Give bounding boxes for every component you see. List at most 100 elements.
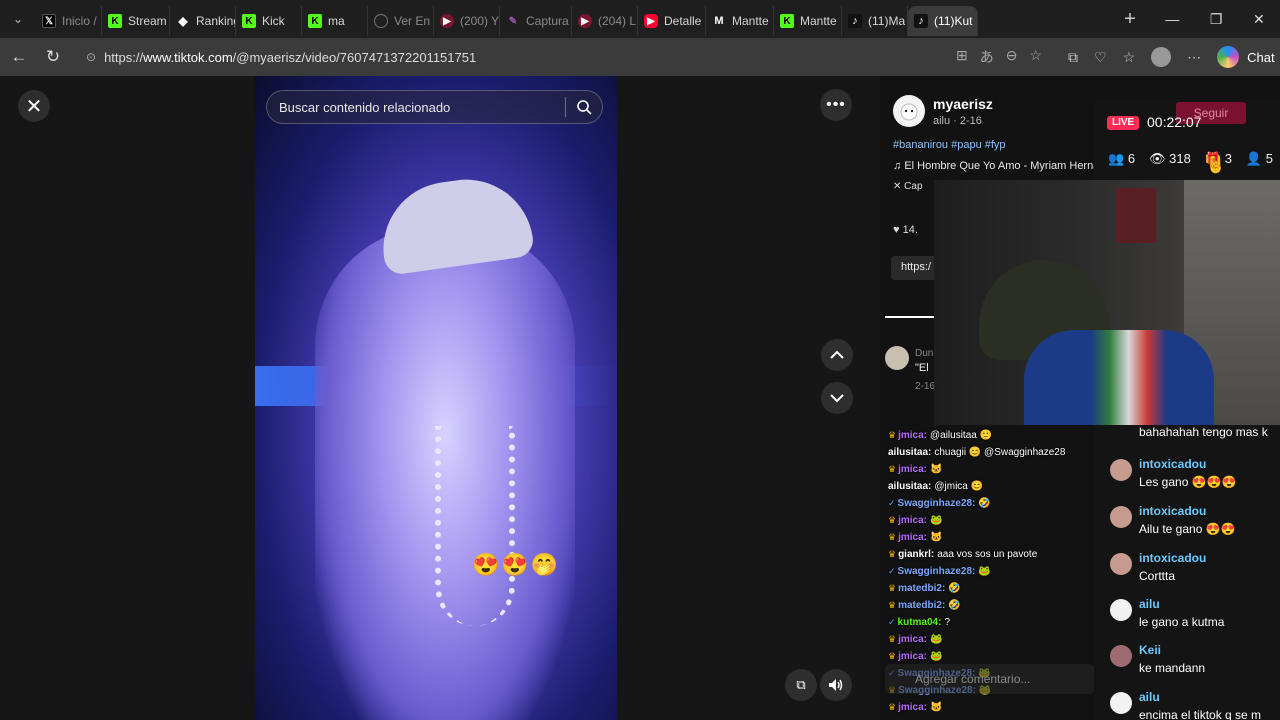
browser-tab[interactable]: ♪ (11)Ma (842, 6, 908, 36)
related-search-input[interactable] (267, 99, 565, 115)
close-window-icon[interactable]: ✕ (1253, 11, 1265, 28)
participants-stat[interactable]: 👥 6 (1108, 151, 1135, 167)
next-video-chevron-down-icon[interactable] (821, 382, 853, 414)
favorite-star-icon[interactable]: ☆ (1029, 47, 1042, 67)
overlay-chat-username[interactable]: jmica: (898, 702, 927, 713)
extra-stat[interactable]: 👤 5 (1246, 151, 1273, 167)
tab-label: Kick (262, 14, 285, 28)
browser-tab[interactable]: M Mantte (706, 6, 774, 36)
live-chat-avatar[interactable] (1110, 599, 1132, 621)
live-chat-username[interactable]: ailu (1139, 597, 1160, 611)
browser-tab[interactable]: ▶ (200) Y (434, 6, 500, 36)
live-chat-avatar[interactable] (1110, 645, 1132, 667)
overlay-chat-message: ♛ jmica: 🐸 (888, 634, 942, 645)
overlay-chat-username[interactable]: jmica: (898, 430, 927, 441)
tiktok-icon: ♪ (914, 14, 928, 28)
capture-icon: ✎ (508, 15, 518, 27)
video-hashtags[interactable]: #bananirou #papu #fyp (893, 139, 1006, 151)
tab-actions-menu-icon[interactable]: ⌄ (0, 0, 36, 38)
browser-tab[interactable]: ▶ Detalle (638, 6, 706, 36)
tiktok-icon: ♪ (848, 14, 862, 28)
settings-more-icon[interactable]: ⋯ (1187, 49, 1201, 66)
restore-icon[interactable]: ❐ (1210, 11, 1223, 28)
address-bar[interactable]: ⊙ https://www.tiktok.com/@myaerisz/video… (76, 42, 926, 72)
translate-icon[interactable]: あ (980, 47, 994, 67)
browser-tab[interactable]: ♪(11)Kut✕ (908, 6, 978, 36)
live-chat-username[interactable]: Keii (1139, 643, 1161, 657)
picture-in-picture-icon[interactable]: ⧉ (785, 669, 817, 701)
tab-label: Mantte (800, 14, 837, 28)
more-options-icon[interactable]: ••• (820, 89, 852, 121)
reload-icon[interactable]: ↻ (36, 40, 70, 74)
chat-button-label[interactable]: Chat (1247, 50, 1274, 65)
browser-essentials-icon[interactable]: ♡ (1094, 49, 1107, 66)
tab-label: Detalle (664, 14, 702, 28)
browser-tab[interactable]: K Stream (102, 6, 170, 36)
browser-tab[interactable]: ✎ Captura (500, 6, 572, 36)
viewers-stat[interactable]: 👁 318 (1149, 151, 1191, 167)
overlay-chat-username[interactable]: matedbi2: (898, 600, 945, 611)
comment-avatar[interactable] (885, 346, 909, 370)
overlay-chat-message: ♛ matedbi2: 🤣 (888, 583, 961, 594)
minimize-icon[interactable]: — (1165, 11, 1179, 28)
live-chat-avatar[interactable] (1110, 459, 1132, 481)
author-name[interactable]: myaerisz (933, 96, 993, 112)
live-chat-username[interactable]: intoxicadou (1139, 457, 1206, 471)
comment-input[interactable]: Agregar comentario... (885, 664, 1095, 694)
zoom-icon[interactable]: ⊖ (1006, 47, 1018, 67)
browser-tab[interactable]: Ver En (368, 6, 434, 36)
kick-logo-icon: K (108, 14, 122, 28)
overlay-chat-username[interactable]: ailusitaa: (888, 447, 931, 458)
overlay-chat-username[interactable]: jmica: (898, 515, 927, 526)
streamer-webcam (934, 180, 1280, 425)
profile-avatar[interactable] (1151, 47, 1172, 67)
new-tab-button[interactable]: + (1110, 8, 1150, 31)
app-available-icon[interactable]: ⊞ (956, 47, 968, 67)
live-chat-username[interactable]: ailu (1139, 690, 1160, 704)
music-credit[interactable]: ♫ El Hombre Que Yo Amo - Myriam Hernánde… (893, 160, 1123, 172)
site-info-icon[interactable]: ⊙ (86, 50, 96, 64)
browser-tab[interactable]: Kma (302, 6, 368, 36)
comment-username[interactable]: Dun (915, 348, 933, 359)
back-icon[interactable]: ← (2, 40, 36, 74)
overlay-chat-username[interactable]: giankrl: (898, 549, 934, 560)
overlay-chat-username[interactable]: jmica: (898, 651, 927, 662)
copilot-icon[interactable] (1217, 46, 1240, 68)
overlay-chat-username[interactable]: jmica: (898, 634, 927, 645)
verified-badge-icon: ✓ (888, 617, 896, 627)
video-frame[interactable] (255, 76, 617, 720)
previous-video-chevron-up-icon[interactable] (821, 339, 853, 371)
overlay-chat-username[interactable]: jmica: (898, 464, 927, 475)
overlay-chat-username[interactable]: ailusitaa: (888, 481, 931, 492)
browser-tab[interactable]: K Mantte (774, 6, 842, 36)
overlay-chat-username[interactable]: matedbi2: (898, 583, 945, 594)
live-chat-avatar[interactable] (1110, 553, 1132, 575)
overlay-chat-message: ✓ Swagginhaze28: 🤣 (888, 498, 991, 509)
volume-icon[interactable] (820, 669, 852, 701)
overlay-chat-username[interactable]: kutma04: (898, 617, 942, 628)
live-chat-avatar[interactable] (1110, 506, 1132, 528)
browser-extension-icons: ⧉ ♡ ☆ ⋯ Chat (1068, 46, 1275, 68)
overlay-chat-username[interactable]: Swagginhaze28: (898, 566, 976, 577)
author-avatar[interactable] (893, 95, 925, 127)
crown-badge-icon: ♛ (888, 430, 897, 440)
capcut-link[interactable]: ✕ Cap (893, 181, 923, 192)
overlay-chat-text: ? (944, 617, 951, 628)
browser-tab[interactable]: 𝕏 Inicio / (36, 6, 102, 36)
x-logo-icon: 𝕏 (42, 14, 56, 28)
browser-tab[interactable]: K Kick (236, 6, 302, 36)
overlay-chat-username[interactable]: Swagginhaze28: (898, 498, 976, 509)
search-icon[interactable] (566, 99, 602, 115)
like-count[interactable]: ♥ 14. (893, 224, 918, 236)
overlay-chat-username[interactable]: jmica: (898, 532, 927, 543)
live-chat-avatar[interactable] (1110, 692, 1132, 714)
kick-logo-icon: K (308, 14, 322, 28)
close-video-button[interactable]: ✕ (18, 90, 50, 122)
browser-tab[interactable]: ◆ Ranking (170, 6, 236, 36)
browser-tab[interactable]: ▶ (204) L (572, 6, 638, 36)
tab-label: Mantte (732, 14, 769, 28)
live-chat-username[interactable]: intoxicadou (1139, 504, 1206, 518)
favorites-icon[interactable]: ☆ (1123, 49, 1136, 66)
live-chat-username[interactable]: intoxicadou (1139, 551, 1206, 565)
extensions-icon[interactable]: ⧉ (1068, 49, 1078, 66)
